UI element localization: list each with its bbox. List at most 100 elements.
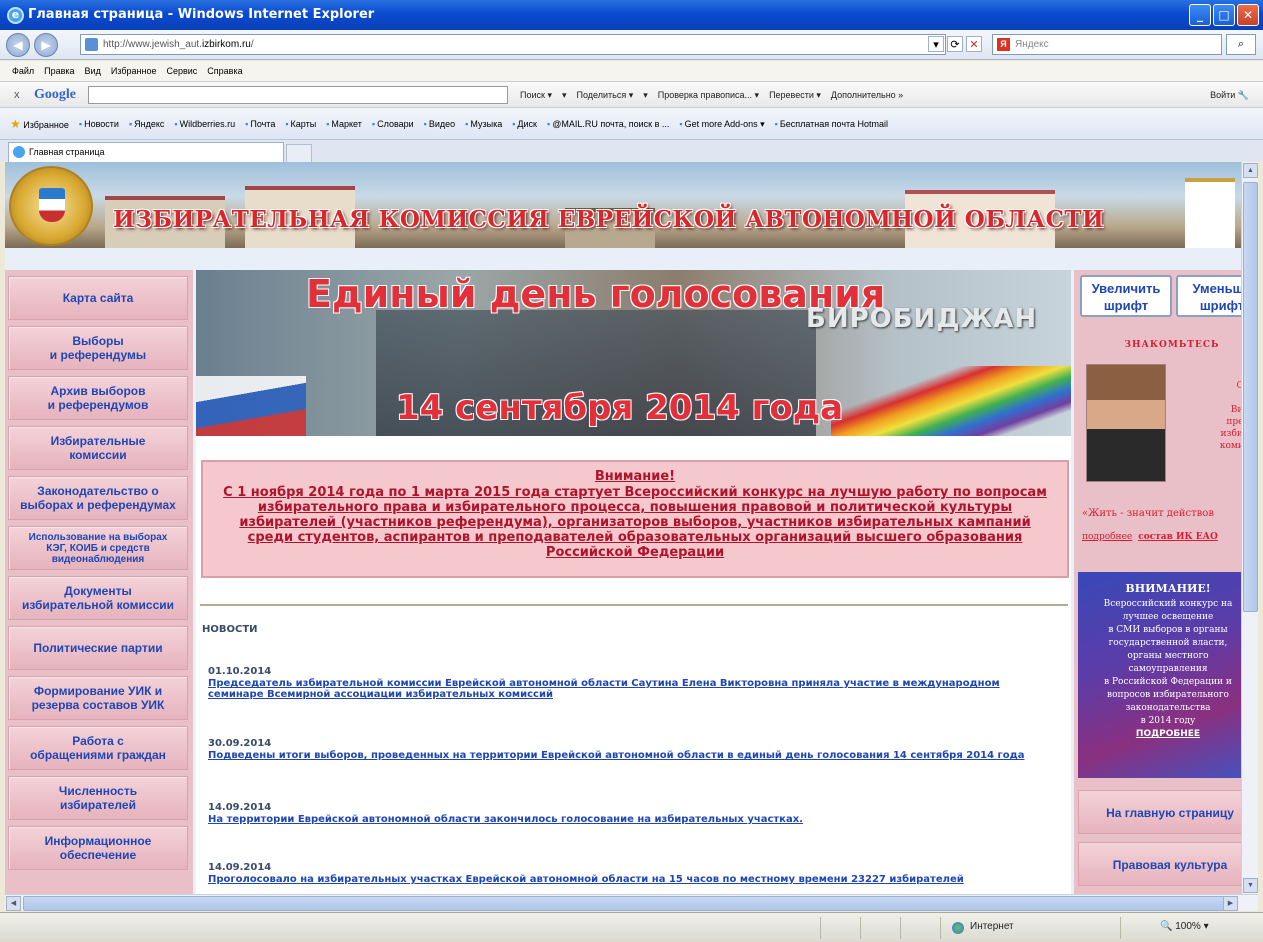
back-button[interactable]: ◀ bbox=[6, 33, 30, 57]
dropdown-icon[interactable]: ▾ bbox=[928, 36, 944, 52]
refresh-icon[interactable]: ⟳ bbox=[947, 36, 963, 52]
google-plus-button[interactable]: ▾ bbox=[562, 82, 567, 108]
news-link[interactable]: На территории Еврейской автономной облас… bbox=[208, 814, 1058, 825]
forward-button[interactable]: ▶ bbox=[34, 33, 58, 57]
scroll-down-icon[interactable]: ▼ bbox=[1243, 878, 1258, 893]
scroll-right-icon[interactable]: ▶ bbox=[1223, 896, 1238, 911]
horizontal-scrollbar[interactable]: ◀ ▶ bbox=[5, 894, 1258, 911]
google-bookmark-button[interactable]: ▾ bbox=[643, 82, 648, 108]
nav-elections-archive[interactable]: Архив выборов и референдумов bbox=[8, 376, 188, 420]
google-login-label: Войти bbox=[1210, 90, 1236, 100]
news-date: 01.10.2014 bbox=[208, 666, 272, 677]
nav-sitemap[interactable]: Карта сайта bbox=[8, 276, 188, 320]
election-day-banner[interactable]: БИРОБИДЖАН Единый день голосования 14 се… bbox=[196, 270, 1071, 436]
tab-home[interactable]: Главная страница bbox=[8, 142, 284, 162]
google-translate-button[interactable]: Перевести ▾ bbox=[769, 82, 821, 108]
fav-item[interactable]: @MAIL.RU почта, поиск в ... bbox=[547, 108, 669, 139]
menu-edit[interactable]: Правка bbox=[44, 61, 74, 81]
scroll-left-icon[interactable]: ◀ bbox=[6, 896, 21, 911]
scroll-up-icon[interactable]: ▲ bbox=[1243, 163, 1258, 178]
fav-item[interactable]: Маркет bbox=[326, 108, 361, 139]
news-link[interactable]: Подведены итоги выборов, проведенных на … bbox=[208, 750, 1058, 761]
menu-view[interactable]: Вид bbox=[85, 61, 101, 81]
menu-tools[interactable]: Сервис bbox=[166, 61, 197, 81]
tab-bar: Главная страница bbox=[0, 139, 1263, 162]
attention-title: ВНИМАНИЕ! bbox=[1125, 582, 1211, 595]
news-item: 14.09.2014 Проголосовало на избирательны… bbox=[208, 862, 1058, 885]
nav-documents[interactable]: Документы избирательной комиссии bbox=[8, 576, 188, 620]
site-banner: ИЗБИРАТЕЛЬНАЯ КОМИССИЯ ЕВРЕЙСКОЙ АВТОНОМ… bbox=[5, 162, 1241, 248]
close-button[interactable]: ✕ bbox=[1237, 4, 1259, 26]
chairman-photo[interactable] bbox=[1086, 364, 1166, 482]
new-tab-button[interactable] bbox=[286, 144, 312, 162]
nav-citizen-appeals[interactable]: Работа с обращениями граждан bbox=[8, 726, 188, 770]
status-separator bbox=[940, 917, 941, 939]
menu-file[interactable]: Файл bbox=[12, 61, 34, 81]
google-logo: Google bbox=[34, 87, 76, 102]
google-share-button[interactable]: Поделиться ▾ bbox=[577, 82, 634, 108]
more-link[interactable]: подробнее bbox=[1082, 532, 1132, 542]
fav-item[interactable]: Карты bbox=[285, 108, 317, 139]
google-more-button[interactable]: Дополнительно » bbox=[831, 82, 903, 108]
stop-icon[interactable]: ✕ bbox=[966, 36, 982, 52]
minimize-button[interactable]: _ bbox=[1189, 4, 1211, 26]
favorites-button[interactable]: ★ Избранное bbox=[10, 108, 69, 139]
search-button[interactable]: ⌕ bbox=[1226, 34, 1256, 55]
nav-information[interactable]: Информационное обеспечение bbox=[8, 826, 188, 870]
menu-favorites[interactable]: Избранное bbox=[111, 61, 157, 81]
vertical-scroll-thumb[interactable] bbox=[1243, 182, 1258, 612]
google-search-button[interactable]: Поиск ▾ bbox=[520, 82, 552, 108]
zoom-value: 100% bbox=[1175, 921, 1201, 932]
meet-title: ЗНАКОМЬТЕСЬ bbox=[1124, 340, 1220, 350]
url-input[interactable]: http://www.jewish_aut.izbirkom.ru/ bbox=[80, 34, 946, 55]
media-contest-banner[interactable]: ВНИМАНИЕ! Всероссийский конкурс на лучше… bbox=[1078, 572, 1241, 778]
commission-emblem-icon[interactable] bbox=[9, 166, 93, 246]
wrench-icon: 🔧 bbox=[1237, 90, 1249, 100]
fav-item[interactable]: Бесплатная почта Hotmail bbox=[775, 108, 888, 139]
google-search-input[interactable] bbox=[88, 86, 508, 104]
nav-commissions[interactable]: Избирательные комиссии bbox=[8, 426, 188, 470]
attention-more-link[interactable]: ПОДРОБНЕЕ bbox=[1078, 729, 1241, 739]
nav-legislation[interactable]: Законодательство о выборах и референдума… bbox=[8, 476, 188, 520]
url-prefix: http://www.jewish_aut. bbox=[103, 39, 202, 50]
menu-help[interactable]: Справка bbox=[207, 61, 242, 81]
fav-item[interactable]: Диск bbox=[512, 108, 537, 139]
composition-link[interactable]: состав ИК ЕАО bbox=[1138, 532, 1218, 542]
ie-logo-icon: e bbox=[7, 7, 24, 24]
nav-home-page[interactable]: На главную страницу bbox=[1078, 790, 1241, 834]
fav-item[interactable]: Словари bbox=[372, 108, 414, 139]
nav-uik-formation[interactable]: Формирование УИК и резерва составов УИК bbox=[8, 676, 188, 720]
notice-title[interactable]: Внимание! bbox=[203, 468, 1067, 485]
toolbar-close-icon[interactable]: x bbox=[14, 82, 20, 108]
fav-item[interactable]: Музыка bbox=[465, 108, 502, 139]
fav-item[interactable]: Wildberries.ru bbox=[174, 108, 236, 139]
nav-political-parties[interactable]: Политические партии bbox=[8, 626, 188, 670]
notice-text[interactable]: С 1 ноября 2014 года по 1 марта 2015 год… bbox=[203, 485, 1067, 560]
google-spellcheck-button[interactable]: Проверка правописа... ▾ bbox=[658, 82, 759, 108]
nav-legal-culture[interactable]: Правовая культура bbox=[1078, 842, 1241, 886]
fav-item[interactable]: Почта bbox=[245, 108, 275, 139]
fav-item[interactable]: Видео bbox=[424, 108, 455, 139]
search-input[interactable]: Я Яндекс bbox=[992, 34, 1222, 55]
fav-item[interactable]: Яндекс bbox=[129, 108, 164, 139]
news-link[interactable]: Председатель избирательной комиссии Евре… bbox=[208, 678, 1058, 700]
maximize-button[interactable]: □ bbox=[1213, 4, 1235, 26]
vertical-scrollbar[interactable]: ▲ ▼ bbox=[1241, 162, 1258, 894]
status-bar: Интернет 🔍 100% ▾ bbox=[0, 912, 1263, 942]
news-item: 14.09.2014 На территории Еврейской автон… bbox=[208, 802, 1058, 825]
contest-notice[interactable]: Внимание! С 1 ноября 2014 года по 1 март… bbox=[201, 460, 1069, 578]
nav-video-surveillance[interactable]: Использование на выборах КЭГ, КОИБ и сре… bbox=[8, 526, 188, 570]
news-date: 14.09.2014 bbox=[208, 862, 272, 873]
search-placeholder: Яндекс bbox=[1015, 39, 1049, 50]
google-login-button[interactable]: Войти 🔧 bbox=[1210, 82, 1249, 108]
nav-voter-count[interactable]: Численность избирателей bbox=[8, 776, 188, 820]
horizontal-scroll-thumb[interactable] bbox=[23, 896, 1228, 911]
decrease-font-button[interactable]: Уменьши шрифт bbox=[1176, 275, 1241, 317]
title-bar: e Главная страница - Windows Internet Ex… bbox=[0, 0, 1263, 30]
zoom-level[interactable]: 🔍 100% ▾ bbox=[1160, 921, 1209, 932]
fav-item[interactable]: Get more Add-ons ▾ bbox=[679, 108, 765, 139]
nav-elections[interactable]: Выборы и референдумы bbox=[8, 326, 188, 370]
news-link[interactable]: Проголосовало на избирательных участках … bbox=[208, 874, 1058, 885]
fav-item[interactable]: Новости bbox=[79, 108, 119, 139]
increase-font-button[interactable]: Увеличить шрифт bbox=[1080, 275, 1172, 317]
